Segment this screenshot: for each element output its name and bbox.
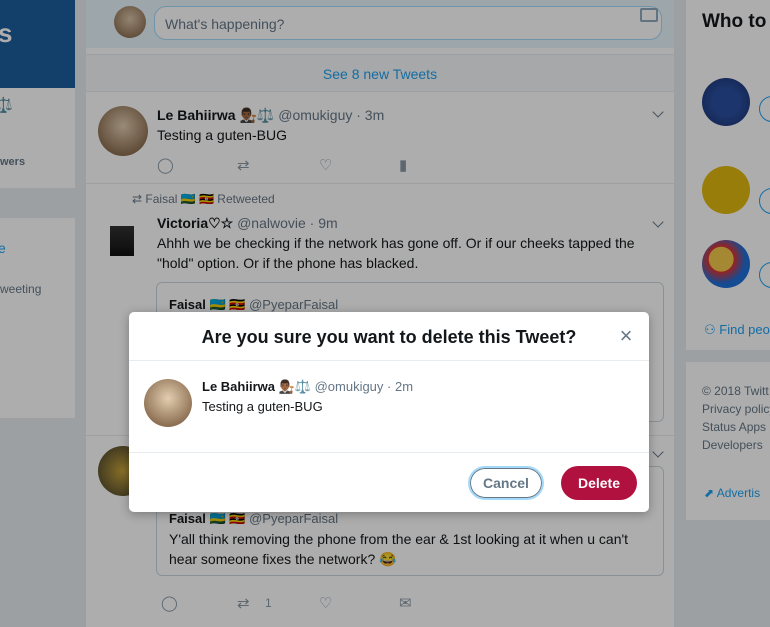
tweet-author-name: Le Bahiirwa 👨🏾‍⚖️⚖️ (202, 379, 311, 394)
close-icon[interactable]: × (615, 325, 637, 347)
tweet-text: Testing a guten-BUG (202, 399, 323, 414)
tweet-author-handle: @omukiguy · 2m (314, 379, 414, 394)
delete-tweet-dialog: Are you sure you want to delete this Twe… (129, 312, 649, 512)
delete-button[interactable]: Delete (561, 466, 637, 500)
cancel-button[interactable]: Cancel (468, 466, 544, 500)
dialog-header: Are you sure you want to delete this Twe… (129, 312, 649, 361)
avatar (144, 379, 192, 427)
dialog-title: Are you sure you want to delete this Twe… (201, 327, 577, 347)
tweet-preview: Le Bahiirwa 👨🏾‍⚖️⚖️ @omukiguy · 2m Testi… (129, 361, 649, 453)
tweet-header: Le Bahiirwa 👨🏾‍⚖️⚖️ @omukiguy · 2m (202, 379, 413, 395)
